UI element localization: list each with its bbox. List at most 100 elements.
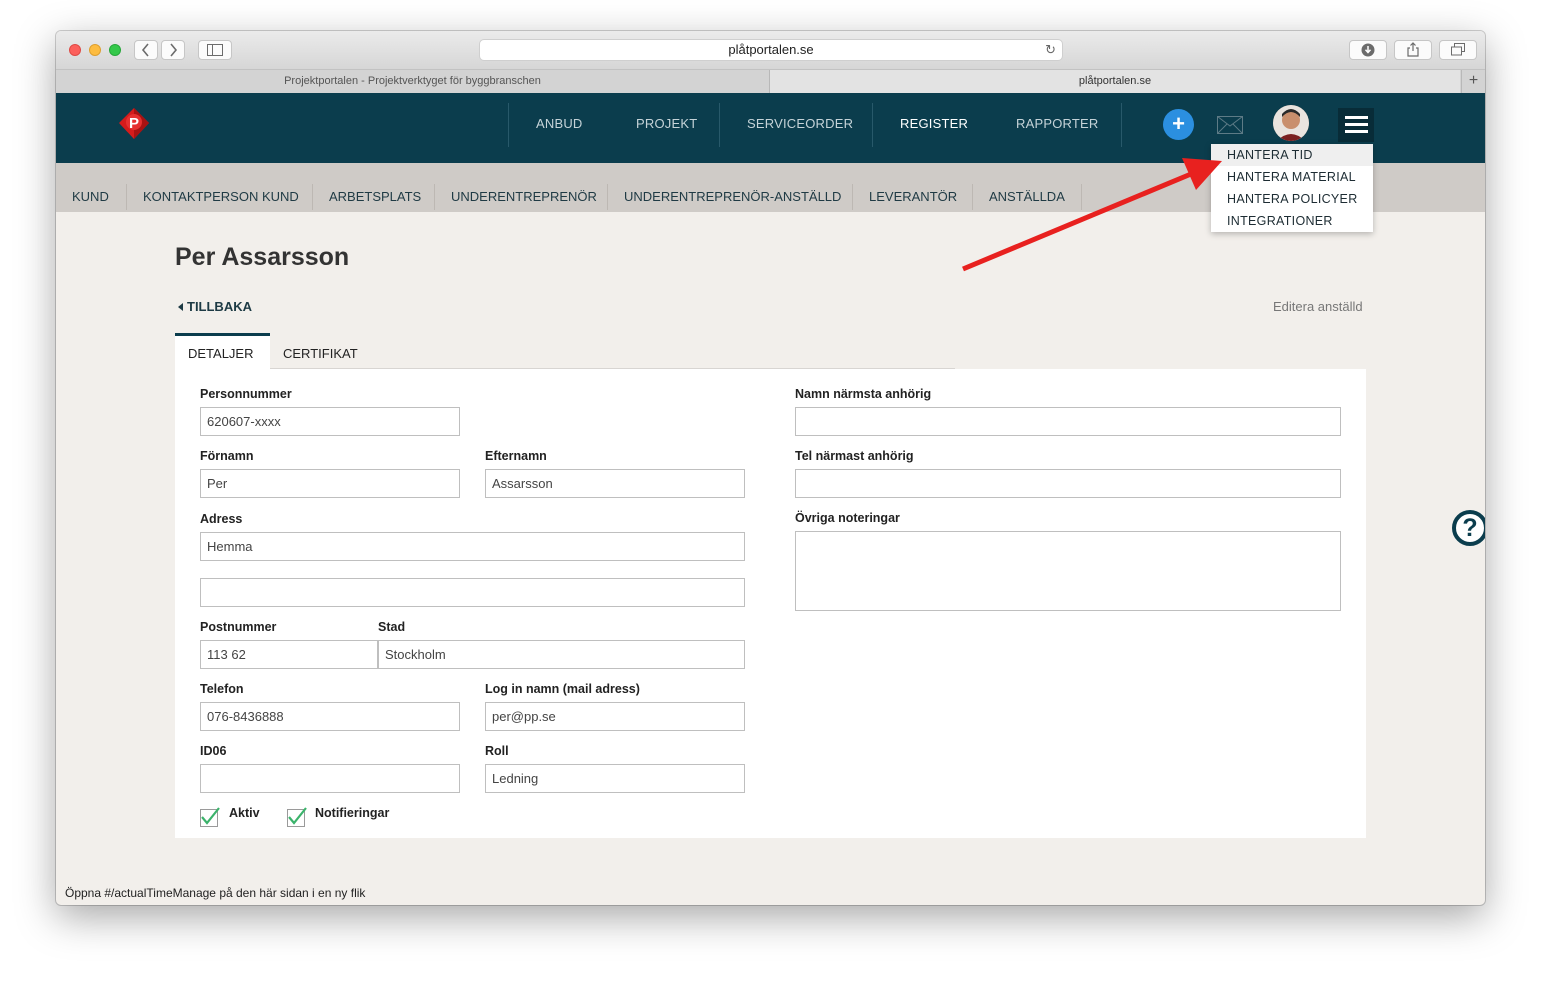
- chevron-right-icon: [170, 43, 178, 57]
- subnav-underentreprenor[interactable]: UNDERENTREPRENÖR: [451, 187, 597, 213]
- forward-button[interactable]: [161, 40, 185, 60]
- main-menu-dropdown: HANTERA TID HANTERA MATERIAL HANTERA POL…: [1211, 144, 1373, 232]
- checkmark-icon: [288, 807, 307, 825]
- tab-label: DETALJER: [188, 346, 254, 361]
- anhorig-input[interactable]: [795, 407, 1341, 436]
- subnav-kund[interactable]: KUND: [72, 187, 109, 213]
- nav-separator: [508, 103, 509, 147]
- roll-label: Roll: [485, 744, 509, 758]
- nav-projekt[interactable]: PROJEKT: [636, 93, 697, 155]
- aktiv-label: Aktiv: [229, 806, 260, 820]
- browser-tab-label: plåtportalen.se: [1078, 75, 1152, 87]
- adress-label: Adress: [200, 512, 243, 526]
- caret-left-icon: [178, 303, 183, 311]
- nav-serviceorder[interactable]: SERVICEORDER: [747, 93, 853, 155]
- subnav-kontaktperson-kund[interactable]: KONTAKTPERSON KUND: [143, 187, 299, 213]
- postnummer-input[interactable]: 113 62: [200, 640, 378, 669]
- close-window-button[interactable]: [69, 44, 81, 56]
- telefon-input[interactable]: 076-8436888: [200, 702, 460, 731]
- aktiv-checkbox[interactable]: [200, 807, 220, 827]
- edit-employee-link[interactable]: Editera anställd: [1273, 299, 1363, 314]
- browser-toolbar: plåtportalen.se ↻: [56, 31, 1485, 70]
- reload-icon[interactable]: ↻: [1045, 40, 1056, 60]
- back-link[interactable]: TILLBAKA: [178, 299, 252, 314]
- platportalen-logo[interactable]: P: [117, 107, 151, 141]
- share-icon: [1407, 42, 1419, 57]
- details-form-panel: Personnummer 620607-xxxx Förnamn Per Eft…: [175, 369, 1366, 838]
- roll-input[interactable]: Ledning: [485, 764, 745, 793]
- adress-line2-input[interactable]: [200, 578, 745, 607]
- efternamn-label: Efternamn: [485, 449, 547, 463]
- subnav-separator: [434, 184, 435, 210]
- stad-input[interactable]: Stockholm: [378, 640, 745, 669]
- nav-register[interactable]: REGISTER: [900, 93, 968, 155]
- tel-anhorig-input[interactable]: [795, 469, 1341, 498]
- share-button[interactable]: [1394, 40, 1432, 60]
- fornamn-input[interactable]: Per: [200, 469, 460, 498]
- subnav-anstallda[interactable]: ANSTÄLLDA: [989, 187, 1065, 213]
- user-photo-icon: [1273, 105, 1309, 141]
- fornamn-label: Förnamn: [200, 449, 254, 463]
- checkmark-icon: [201, 807, 220, 825]
- minimize-window-button[interactable]: [89, 44, 101, 56]
- tab-detaljer[interactable]: DETALJER: [175, 333, 270, 369]
- help-button[interactable]: ?: [1452, 510, 1485, 546]
- efternamn-input[interactable]: Assarsson: [485, 469, 745, 498]
- stad-label: Stad: [378, 620, 406, 634]
- chevron-left-icon: [141, 43, 149, 57]
- subnav-separator: [607, 184, 608, 210]
- sidebar-icon: [207, 44, 223, 56]
- id06-input[interactable]: [200, 764, 460, 793]
- nav-anbud[interactable]: ANBUD: [536, 93, 583, 155]
- noteringar-label: Övriga noteringar: [795, 511, 900, 525]
- hamburger-menu-button[interactable]: [1338, 108, 1374, 142]
- id06-label: ID06: [200, 744, 227, 758]
- menu-item-hantera-tid[interactable]: HANTERA TID: [1211, 144, 1373, 166]
- subnav-leverantor[interactable]: LEVERANTÖR: [869, 187, 957, 213]
- zoom-window-button[interactable]: [109, 44, 121, 56]
- adress-input[interactable]: Hemma: [200, 532, 745, 561]
- anhorig-label: Namn närmsta anhörig: [795, 387, 932, 401]
- subnav-separator: [312, 184, 313, 210]
- personnummer-input[interactable]: 620607-xxxx: [200, 407, 460, 436]
- noteringar-textarea[interactable]: [795, 531, 1341, 611]
- tabs-icon: [1451, 43, 1465, 56]
- page-title: Per Assarsson: [175, 243, 350, 271]
- tabs-overview-button[interactable]: [1439, 40, 1477, 60]
- postnummer-label: Postnummer: [200, 620, 277, 634]
- nav-rapporter[interactable]: RAPPORTER: [1016, 93, 1098, 155]
- subnav-separator: [1081, 184, 1082, 210]
- menu-item-hantera-material[interactable]: HANTERA MATERIAL: [1211, 166, 1373, 188]
- url-text: plåtportalen.se: [728, 42, 814, 57]
- nav-separator: [1121, 103, 1122, 147]
- download-icon: [1361, 43, 1375, 57]
- mail-icon[interactable]: [1217, 116, 1243, 134]
- menu-item-hantera-policyer[interactable]: HANTERA POLICYER: [1211, 188, 1373, 210]
- subnav-separator: [852, 184, 853, 210]
- browser-tab-platportalen[interactable]: plåtportalen.se: [770, 70, 1460, 93]
- notifieringar-checkbox[interactable]: [287, 807, 307, 827]
- login-label: Log in namn (mail adress): [485, 682, 640, 696]
- subnav-separator: [126, 184, 127, 210]
- browser-tab-strip: Projektportalen - Projektverktyget för b…: [56, 70, 1485, 94]
- subnav-arbetsplats[interactable]: ARBETSPLATS: [329, 187, 421, 213]
- personnummer-label: Personnummer: [200, 387, 292, 401]
- user-avatar[interactable]: [1273, 105, 1309, 141]
- back-button[interactable]: [134, 40, 158, 60]
- tel-anhorig-label: Tel närmast anhörig: [795, 449, 914, 463]
- sidebar-button[interactable]: [198, 40, 232, 60]
- login-input[interactable]: per@pp.se: [485, 702, 745, 731]
- subnav-underentreprenor-anstalld[interactable]: UNDERENTREPRENÖR-ANSTÄLLD: [624, 187, 841, 213]
- address-bar[interactable]: plåtportalen.se ↻: [479, 39, 1063, 61]
- notifieringar-label: Notifieringar: [315, 806, 390, 820]
- downloads-button[interactable]: [1349, 40, 1387, 60]
- browser-tab-projektportalen[interactable]: Projektportalen - Projektverktyget för b…: [56, 70, 770, 93]
- menu-item-integrationer[interactable]: INTEGRATIONER: [1211, 210, 1373, 232]
- browser-window: plåtportalen.se ↻ Projektportalen - Proj…: [56, 31, 1485, 905]
- status-bar-text: Öppna #/actualTimeManage på den här sida…: [65, 886, 366, 900]
- tab-certifikat[interactable]: CERTIFIKAT: [283, 333, 383, 369]
- add-new-button[interactable]: +: [1163, 109, 1194, 140]
- svg-text:P: P: [129, 115, 139, 132]
- new-tab-button[interactable]: +: [1461, 70, 1485, 93]
- back-link-label: TILLBAKA: [187, 299, 252, 314]
